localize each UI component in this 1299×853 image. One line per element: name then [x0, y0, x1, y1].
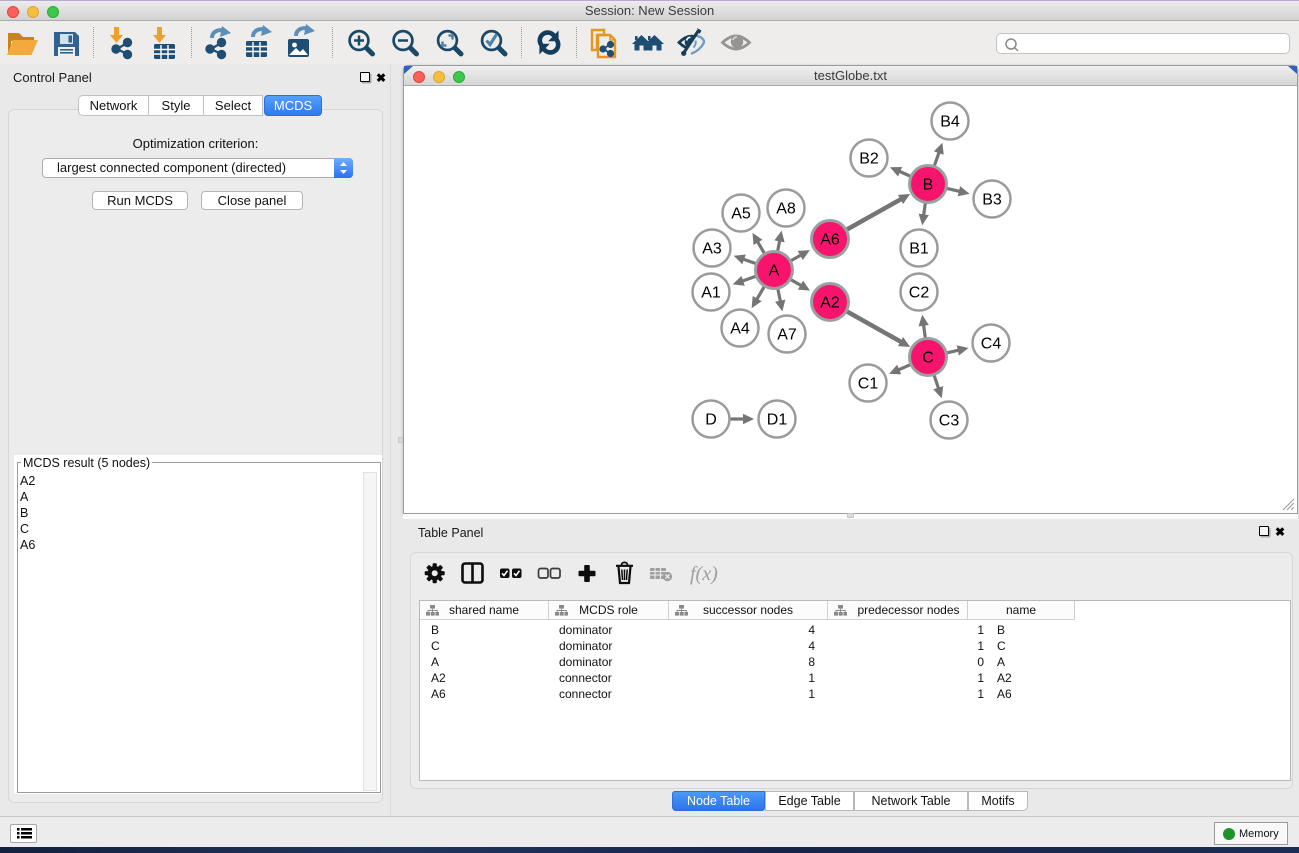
svg-text:D: D — [705, 412, 717, 429]
svg-text:A6: A6 — [820, 232, 840, 249]
svg-text:A5: A5 — [731, 206, 751, 223]
svg-text:C: C — [922, 350, 934, 367]
svg-text:A3: A3 — [702, 241, 722, 258]
svg-text:C4: C4 — [981, 336, 1002, 353]
svg-text:A2: A2 — [820, 295, 840, 312]
svg-text:D1: D1 — [767, 412, 788, 429]
svg-text:C1: C1 — [858, 376, 879, 393]
svg-text:A4: A4 — [730, 321, 750, 338]
svg-text:A8: A8 — [776, 201, 796, 218]
svg-text:A: A — [769, 263, 780, 280]
svg-text:B3: B3 — [982, 192, 1002, 209]
svg-text:f(x): f(x) — [690, 563, 718, 585]
svg-text:B: B — [923, 177, 934, 194]
svg-text:C2: C2 — [909, 285, 930, 302]
svg-text:B2: B2 — [859, 151, 879, 168]
svg-text:A7: A7 — [777, 327, 797, 344]
svg-text:B1: B1 — [909, 241, 929, 258]
svg-text:B4: B4 — [940, 114, 960, 131]
svg-text:A1: A1 — [701, 285, 721, 302]
svg-text:C3: C3 — [939, 413, 960, 430]
